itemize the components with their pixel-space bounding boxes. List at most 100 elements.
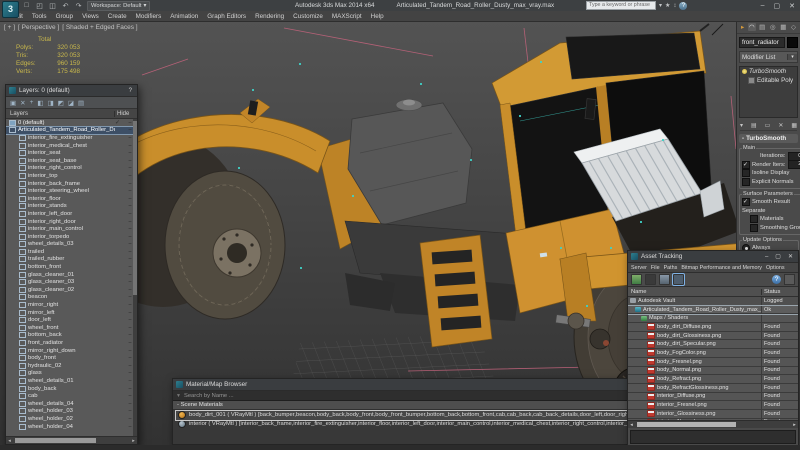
render-iters-value[interactable]: 2 (788, 160, 800, 169)
max-logo-button[interactable]: 3 (2, 1, 19, 18)
object-name-field[interactable]: front_radiator (739, 37, 785, 48)
turbosmooth-rollout-header[interactable]: - TurboSmooth (739, 134, 798, 143)
viewport-general-menu[interactable]: [ + ] (4, 24, 15, 31)
asset-row[interactable]: body_Normal.png Found (628, 367, 798, 376)
maximize-button[interactable]: ▢ (773, 253, 783, 260)
layer-row[interactable]: body_back – (6, 385, 137, 393)
layers-toolbar-icon[interactable]: ◨ (48, 99, 54, 107)
asset-menu-item[interactable]: Options (766, 265, 785, 271)
modifier-stack-item[interactable]: Editable Poly (740, 76, 797, 85)
layers-help-button[interactable]: ? (127, 88, 134, 94)
asset-row[interactable]: interior_Fresnel.png Found (628, 401, 798, 410)
name-column-header[interactable]: Name (628, 289, 761, 295)
layer-row[interactable]: front_radiator – (6, 339, 137, 347)
render-iters-spinner[interactable]: 2 ▴▾ (788, 160, 800, 169)
close-button[interactable]: ✕ (786, 253, 795, 260)
explicit-normals-checkbox[interactable] (742, 178, 750, 186)
layer-row[interactable]: hydraulic_02 – (6, 362, 137, 370)
scroll-right-icon[interactable]: ▸ (130, 438, 137, 444)
layer-row[interactable]: interior_right_control – (6, 165, 137, 173)
asset-menu-item[interactable]: File (651, 265, 660, 271)
material-browser-titlebar[interactable]: Material/Map Browser ✕ (173, 379, 638, 391)
modifier-list-dropdown[interactable]: Modifier List ▾ (739, 51, 798, 63)
asset-row[interactable]: Maps / Shaders (628, 314, 798, 323)
layers-toolbar-icon[interactable]: ◧ (37, 99, 43, 107)
asset-row[interactable]: body_dirt_Glossiness.png Found (628, 332, 798, 341)
tab-display[interactable]: ▦ (779, 23, 787, 31)
layer-row[interactable]: wheel_front – (6, 324, 137, 332)
layer-row[interactable]: interior_stands – (6, 203, 137, 211)
layers-name-column[interactable]: Layers (10, 111, 114, 117)
menu-item[interactable]: Help (371, 13, 384, 20)
layers-toolbar-icon[interactable]: ◪ (68, 99, 74, 107)
scroll-right-icon[interactable]: ▸ (791, 422, 798, 428)
modifier-stack-item[interactable]: TurboSmooth (740, 67, 797, 76)
menu-item[interactable]: Customize (293, 13, 323, 20)
tab-hierarchy[interactable]: ▤ (758, 23, 766, 31)
layers-vertical-scrollbar[interactable] (133, 119, 137, 436)
remove-modifier-icon[interactable]: ✕ (778, 122, 783, 129)
layer-row[interactable]: interior_right_door – (6, 218, 137, 226)
asset-row[interactable]: body_dirt_Diffuse.png Found (628, 323, 798, 332)
help-icon[interactable]: ? (679, 2, 687, 10)
layer-row[interactable]: bottom_front – (6, 263, 137, 271)
layer-row[interactable]: wheel_holder_02 – (6, 415, 137, 423)
asset-status-field[interactable] (630, 430, 796, 444)
menu-item[interactable]: Rendering (255, 13, 284, 20)
minimize-button[interactable]: – (761, 2, 765, 9)
layer-row[interactable]: glass – (6, 370, 137, 378)
menu-item[interactable]: Group (56, 13, 74, 20)
maximize-button[interactable]: ▢ (774, 2, 781, 10)
highlighted-tool-icon[interactable] (673, 274, 684, 285)
scene-materials-section-header[interactable]: - Scene Materials (173, 401, 638, 410)
exchange-icon[interactable]: ↕ (673, 3, 676, 9)
isoline-display-checkbox[interactable] (742, 169, 750, 177)
scroll-left-icon[interactable]: ◂ (628, 422, 635, 428)
layers-horizontal-scrollbar[interactable]: ◂ ▸ (6, 436, 137, 444)
asset-row[interactable]: body_FogColor.png Found (628, 349, 798, 358)
asset-menu-item[interactable]: Bitmap Performance and Memory (681, 265, 762, 271)
asset-row[interactable]: Articulated_Tandem_Road_Roller_Dusty_max… (628, 306, 798, 315)
workspace-selector[interactable]: Workspace: Default ▾ (87, 1, 150, 11)
save-file-icon[interactable]: ◫ (48, 2, 57, 10)
viewport-shading-menu[interactable]: [ Shaded + Edged Faces ] (62, 24, 137, 31)
settings-icon[interactable] (784, 274, 795, 285)
close-button[interactable]: ✕ (789, 2, 795, 10)
status-column-header[interactable]: Status (761, 289, 798, 295)
layer-row[interactable]: interior_left_door – (6, 210, 137, 218)
menu-item[interactable]: Animation (170, 13, 198, 20)
layer-row[interactable]: interior_fire_extinguisher – (6, 134, 137, 142)
layer-row[interactable]: interior_back_frame – (6, 180, 137, 188)
layer-row[interactable]: wheel_details_04 – (6, 400, 137, 408)
separate-smoothing-groups-checkbox[interactable] (750, 224, 758, 232)
minimize-button[interactable]: – (763, 254, 770, 260)
smooth-result-checkbox[interactable] (742, 198, 750, 206)
search-options-icon[interactable]: ▾ (659, 2, 662, 9)
layers-toolbar-icon[interactable]: ▤ (78, 99, 84, 107)
layer-row[interactable]: interior_medical_chest – (6, 142, 137, 150)
scroll-left-icon[interactable]: ◂ (6, 438, 13, 444)
layer-row[interactable]: trailed – (6, 248, 137, 256)
layer-row[interactable]: interior_floor – (6, 195, 137, 203)
menu-item[interactable]: Modifiers (136, 13, 162, 20)
open-file-icon[interactable]: ◰ (35, 2, 44, 10)
layer-row[interactable]: wheel_details_03 – (6, 241, 137, 249)
configure-modifier-sets-icon[interactable]: ▦ (791, 122, 797, 129)
redo-icon[interactable]: ↷ (74, 2, 83, 10)
layer-row[interactable]: interior_top – (6, 172, 137, 180)
asset-row[interactable]: body_dirt_Specular.png Found (628, 340, 798, 349)
layer-row[interactable]: mirror_right_down – (6, 347, 137, 355)
layer-row[interactable]: mirror_right – (6, 301, 137, 309)
layer-row[interactable]: beacon – (6, 294, 137, 302)
layer-row[interactable]: glass_cleaner_02 – (6, 286, 137, 294)
scrollbar-thumb[interactable] (15, 438, 96, 443)
help-icon[interactable]: ? (772, 275, 781, 284)
object-color-swatch[interactable] (787, 37, 798, 48)
asset-row[interactable]: Autodesk Vault Logged (628, 297, 798, 306)
render-iters-checkbox[interactable] (742, 161, 750, 169)
layer-row[interactable]: glass_cleaner_03 – (6, 278, 137, 286)
asset-row[interactable]: interior_Glossiness.png Found (628, 410, 798, 419)
layers-toolbar-icon[interactable]: ▣ (10, 99, 16, 107)
layers-toolbar-icon[interactable]: ◩ (58, 99, 64, 107)
layer-row[interactable]: interior_seat – (6, 149, 137, 157)
